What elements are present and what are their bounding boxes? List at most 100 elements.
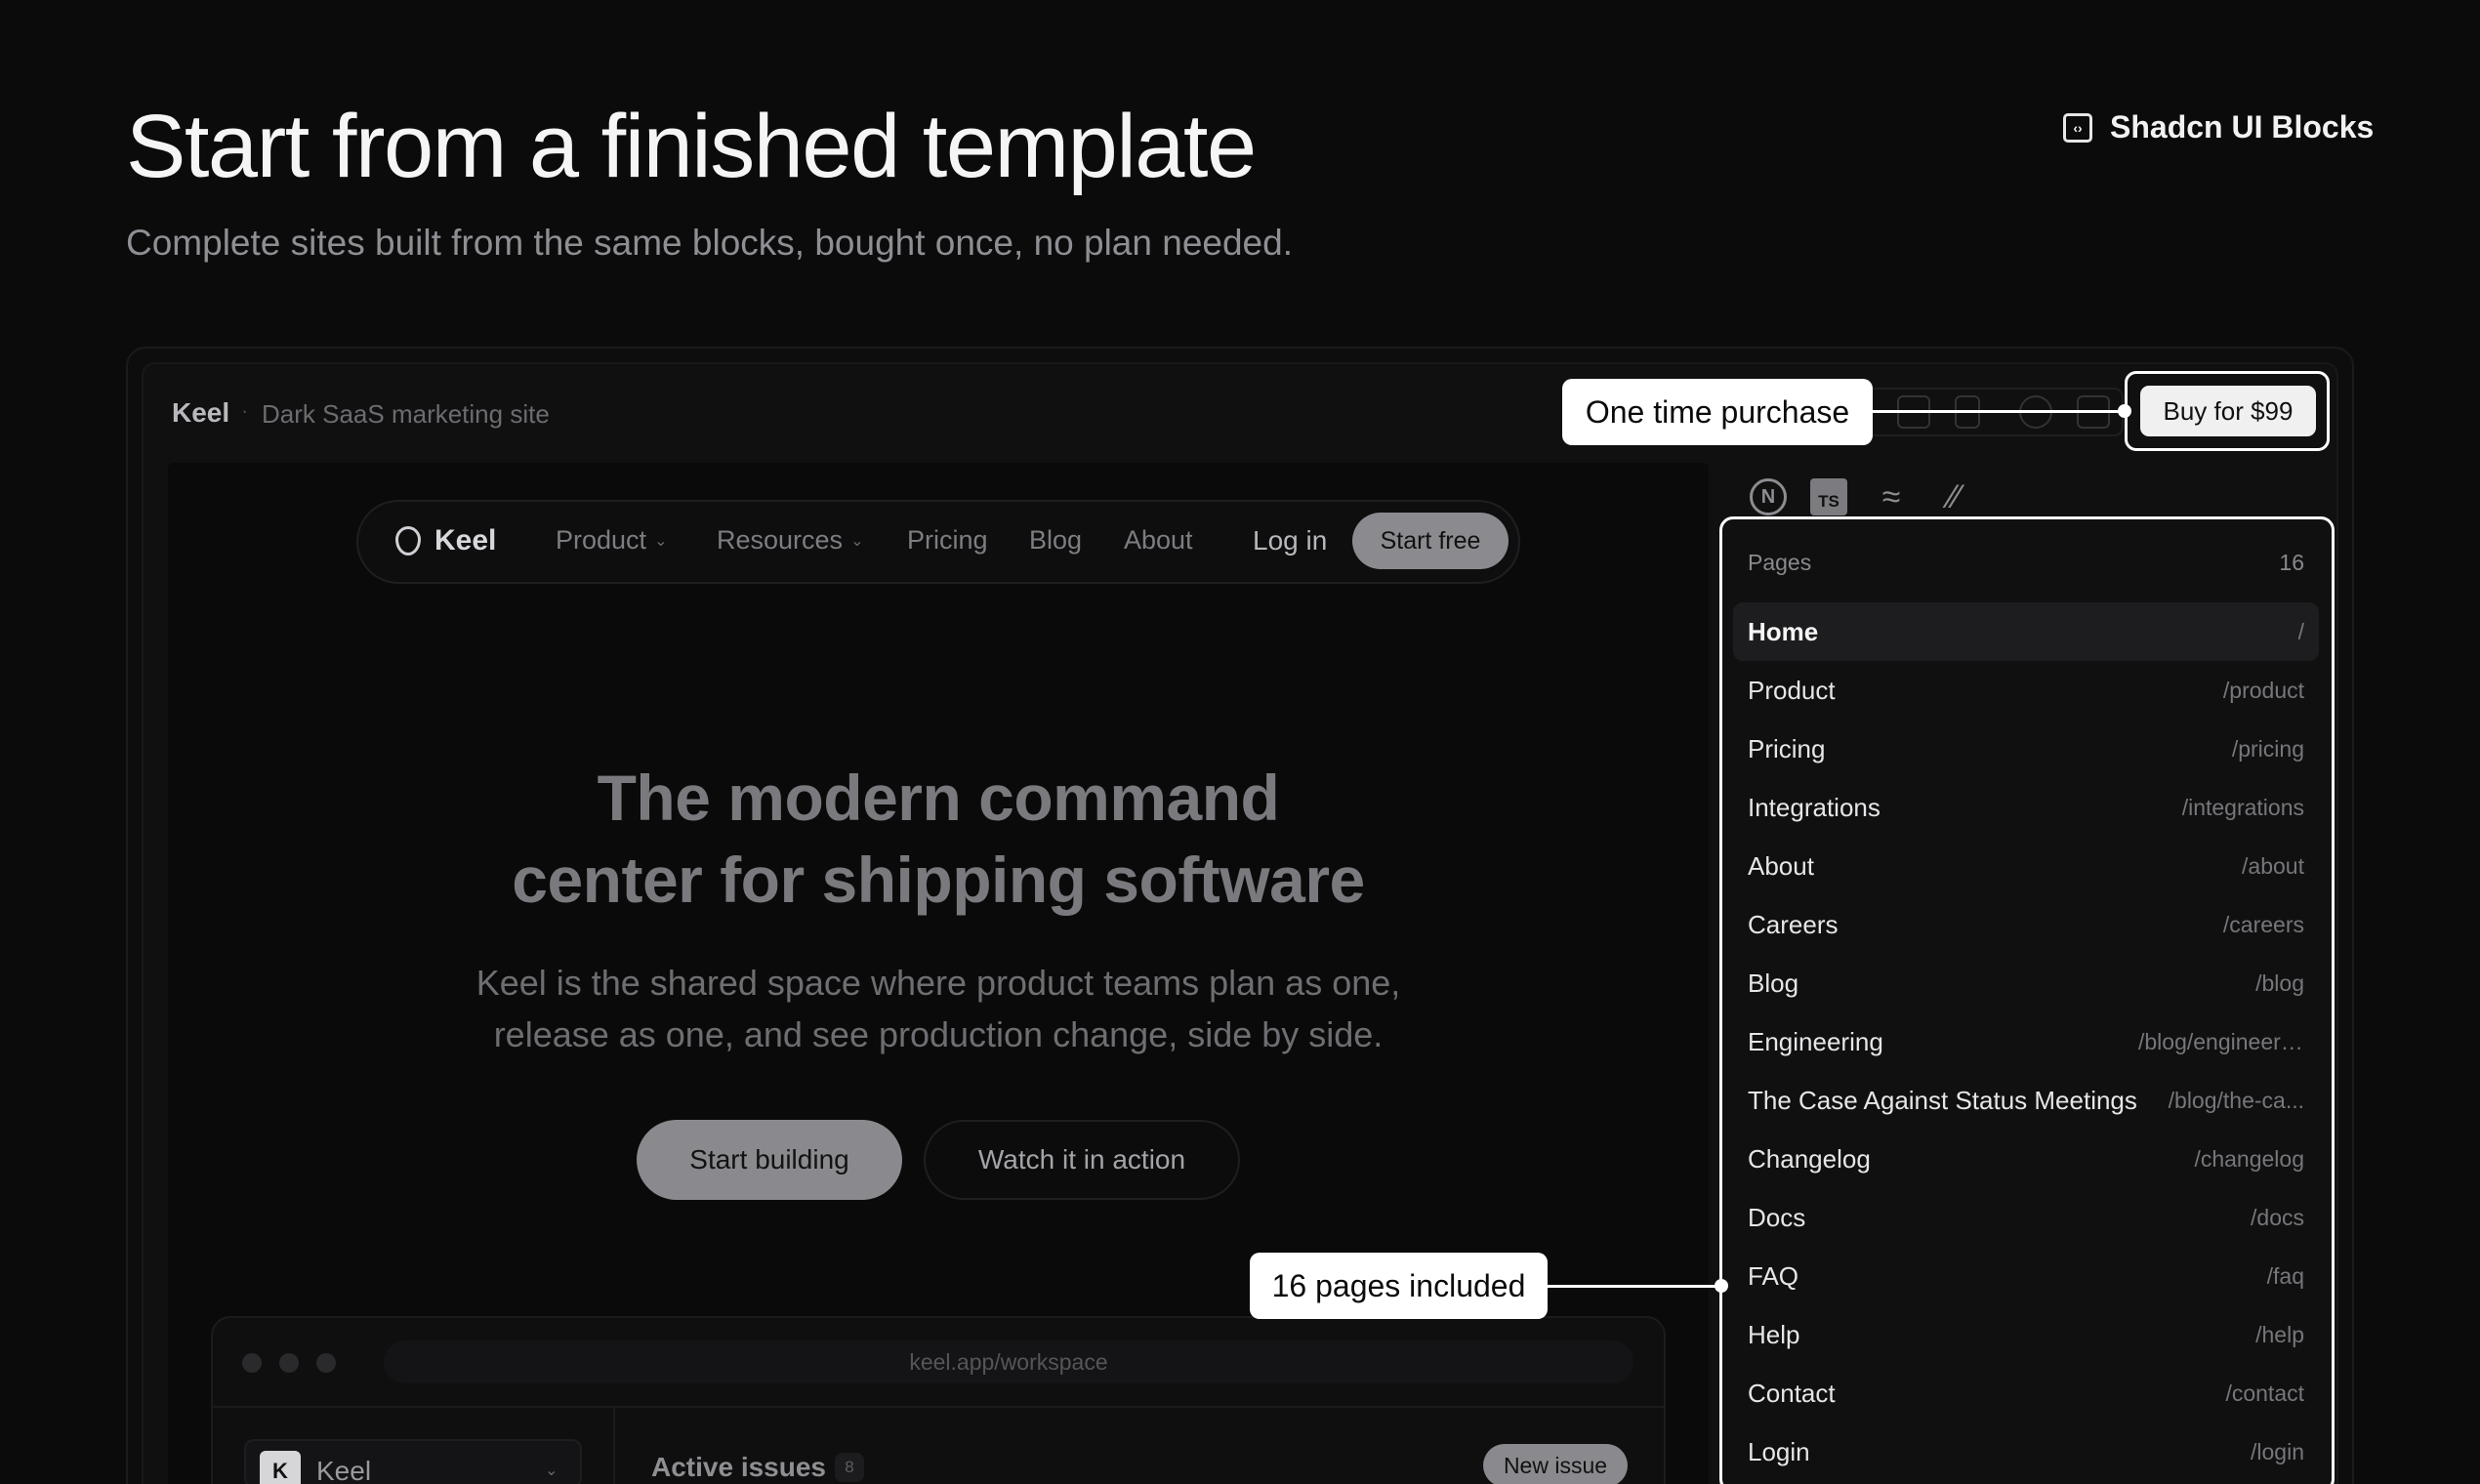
hero-title-line: The modern command <box>597 762 1280 834</box>
start-building-button[interactable]: Start building <box>637 1120 902 1200</box>
page-path: / <box>2297 618 2304 644</box>
page-row[interactable]: Integrations/integrations <box>1733 778 2319 837</box>
connector-dot <box>1715 1279 1728 1293</box>
page-path: /blog/the-ca... <box>2168 1087 2304 1113</box>
window-dot <box>279 1353 299 1373</box>
page-row[interactable]: Help/help <box>1733 1305 2319 1364</box>
page-list: Home / Product/product Pricing/pricing Integ… <box>1733 602 2319 1481</box>
code-icon: ‹› <box>2063 112 2092 143</box>
typescript-icon: TS <box>1810 478 1847 515</box>
workspace-avatar: K <box>260 1451 301 1484</box>
page-name: Engineering <box>1748 1026 1883 1056</box>
page-path: /login <box>2251 1438 2304 1464</box>
lightbulb-icon <box>395 526 421 556</box>
hero-description: Keel is the shared space where product t… <box>168 957 1709 1060</box>
preview-logo[interactable]: Keel <box>395 524 496 557</box>
app-sidebar-divider <box>613 1408 615 1484</box>
hero-title: The modern command center for shipping s… <box>168 757 1709 921</box>
buy-button[interactable]: Buy for $99 <box>2140 386 2316 436</box>
page-name: Home <box>1748 616 1819 646</box>
page-name: About <box>1748 850 1814 881</box>
callout-connector <box>1548 1285 1721 1288</box>
page-name: FAQ <box>1748 1260 1799 1291</box>
template-name: Keel <box>172 397 230 428</box>
page-row[interactable]: Home / <box>1733 602 2319 661</box>
callout-connector <box>1873 410 2125 413</box>
pages-label: Pages <box>1748 550 1812 575</box>
page-name: Help <box>1748 1319 1800 1349</box>
page-row[interactable]: Engineering/blog/engineering <box>1733 1012 2319 1071</box>
connector-dot <box>2118 404 2131 418</box>
page-path: /help <box>2255 1321 2304 1347</box>
window-dot <box>316 1353 336 1373</box>
chevron-down-icon: ⌄ <box>654 532 668 550</box>
nav-item-resources[interactable]: Resources ⌄ <box>717 525 863 556</box>
template-description: Dark SaaS marketing site <box>262 399 550 429</box>
page-row[interactable]: Blog/blog <box>1733 954 2319 1012</box>
preview-logo-text: Keel <box>434 524 497 556</box>
chevron-down-icon: ⌄ <box>545 1463 558 1479</box>
watch-demo-button[interactable]: Watch it in action <box>924 1120 1240 1200</box>
page-name: Docs <box>1748 1202 1806 1232</box>
page-row[interactable]: Product/product <box>1733 661 2319 720</box>
window-dot <box>242 1353 262 1373</box>
page-row[interactable]: Login/login <box>1733 1422 2319 1481</box>
brand-link-label: Shadcn UI Blocks <box>2110 109 2375 144</box>
issues-title: Active issues <box>651 1452 826 1482</box>
nav-item-label: Resources <box>717 525 844 555</box>
start-free-button[interactable]: Start free <box>1352 513 1509 569</box>
page-path: /contact <box>2225 1380 2304 1406</box>
login-link[interactable]: Log in <box>1253 525 1327 556</box>
hero-title-line: center for shipping software <box>512 844 1365 916</box>
nav-item-label: Product <box>556 525 647 555</box>
shadcn-icon: ⁄⁄ <box>1949 477 1961 515</box>
hero-body-line: Keel is the shared space where product t… <box>475 963 1401 1003</box>
page-row[interactable]: Docs/docs <box>1733 1188 2319 1247</box>
nav-item-blog[interactable]: Blog <box>1029 525 1082 556</box>
page-path: /pricing <box>2231 735 2304 762</box>
workspace-name: Keel <box>316 1456 372 1484</box>
page-row[interactable]: Changelog/changelog <box>1733 1130 2319 1188</box>
app-url-bar: keel.app/workspace <box>384 1340 1633 1383</box>
page-name: The Case Against Status Meetings <box>1748 1085 2137 1115</box>
nav-item-pricing[interactable]: Pricing <box>907 525 988 556</box>
page-name: Pricing <box>1748 733 1826 763</box>
shadcn-blocks-link[interactable]: ‹› Shadcn UI Blocks <box>2063 109 2374 145</box>
page-path: /integrations <box>2181 794 2304 820</box>
page-row[interactable]: Pricing/pricing <box>1733 720 2319 778</box>
tailwind-icon: ≈ <box>1881 477 1901 515</box>
nextjs-icon: N <box>1750 478 1787 515</box>
page-row[interactable]: Contact/contact <box>1733 1364 2319 1422</box>
page-path: /blog/engineering <box>2138 1028 2304 1054</box>
page-title: Start from a finished template <box>126 97 1257 196</box>
nav-item-product[interactable]: Product ⌄ <box>556 525 667 556</box>
nav-item-about[interactable]: About <box>1124 525 1193 556</box>
page-path: /faq <box>2266 1262 2304 1289</box>
chevron-down-icon: ⌄ <box>850 532 864 550</box>
page-name: Blog <box>1748 968 1799 998</box>
page-name: Product <box>1748 675 1836 705</box>
issues-count-badge: 8 <box>835 1453 864 1482</box>
page-row[interactable]: The Case Against Status Meetings/blog/th… <box>1733 1071 2319 1130</box>
page-name: Login <box>1748 1436 1810 1466</box>
page-subtitle: Complete sites built from the same block… <box>126 223 1293 263</box>
page-path: /careers <box>2222 911 2304 937</box>
page-path: /docs <box>2251 1204 2304 1230</box>
page-name: Integrations <box>1748 792 1881 822</box>
page-path: /changelog <box>2194 1145 2304 1172</box>
purchase-callout: One time purchase <box>1562 379 1873 445</box>
new-issue-button[interactable]: New issue <box>1483 1444 1628 1484</box>
pages-callout: 16 pages included <box>1250 1253 1548 1319</box>
page-name: Contact <box>1748 1378 1836 1408</box>
hero-body-line: release as one, and see production chang… <box>493 1014 1384 1054</box>
page-path: /blog <box>2255 969 2304 996</box>
page-name: Careers <box>1748 909 1839 939</box>
page-row[interactable]: FAQ/faq <box>1733 1247 2319 1305</box>
page-row[interactable]: Careers/careers <box>1733 895 2319 954</box>
page-row[interactable]: About/about <box>1733 837 2319 895</box>
pages-count: 16 <box>2279 550 2304 575</box>
page-path: /about <box>2242 852 2304 879</box>
page-name: Changelog <box>1748 1143 1871 1174</box>
template-separator: · <box>241 398 249 423</box>
page-path: /product <box>2222 677 2304 703</box>
